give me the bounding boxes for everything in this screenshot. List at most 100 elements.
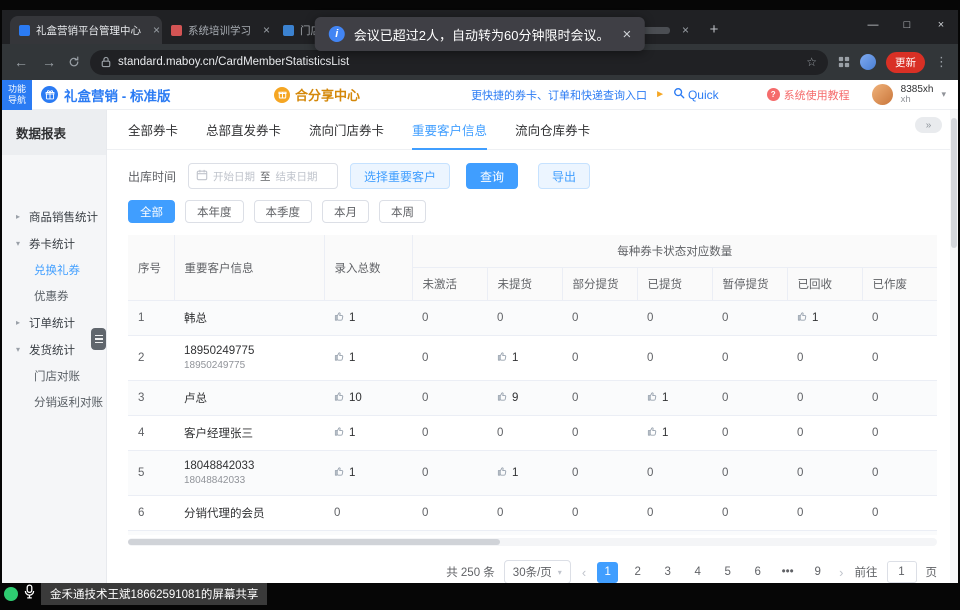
count-link[interactable]: 1 [647, 391, 668, 405]
count-link[interactable]: 1 [797, 311, 818, 325]
browser-profile-avatar[interactable] [860, 54, 876, 70]
sidebar-item-rebate-reconcile[interactable]: 分销返利对账 [2, 389, 106, 415]
sidebar-float-handle[interactable] [91, 328, 106, 350]
panel-collapse-button[interactable]: » [915, 117, 942, 133]
microphone-icon[interactable] [24, 584, 35, 604]
count-link[interactable]: 9 [497, 391, 518, 405]
tab-close-icon[interactable]: × [153, 24, 160, 36]
export-button[interactable]: 导出 [538, 163, 590, 189]
back-icon[interactable]: ← [12, 54, 30, 70]
status-cell: 18 [487, 531, 562, 536]
count-value: 0 [647, 352, 653, 364]
bookmark-star-icon[interactable]: ☆ [806, 55, 817, 69]
new-tab-button[interactable]: + [702, 17, 726, 41]
page-number[interactable]: 9 [807, 562, 828, 583]
close-window-button[interactable]: × [924, 10, 958, 40]
vertical-scrollbar[interactable] [950, 110, 958, 583]
page-number[interactable]: 5 [717, 562, 738, 583]
page-number[interactable]: 4 [687, 562, 708, 583]
horizontal-scrollbar[interactable] [128, 538, 937, 546]
pointer-icon: ► [655, 89, 665, 100]
scrollbar-thumb[interactable] [951, 118, 957, 248]
chevron-down-icon[interactable]: ▾ [941, 89, 946, 100]
browser-update-button[interactable]: 更新 [886, 52, 925, 73]
address-bar[interactable]: standard.maboy.cn/CardMemberStatisticsLi… [90, 50, 828, 75]
range-week-button[interactable]: 本周 [379, 200, 426, 223]
prev-page-icon[interactable]: ‹ [580, 565, 588, 580]
maximize-button[interactable]: □ [890, 10, 924, 40]
site-info-icon[interactable] [101, 56, 111, 68]
more-pages-icon[interactable]: ••• [777, 562, 798, 583]
browser-menu-icon[interactable]: ⋮ [935, 54, 948, 70]
toast-close-icon[interactable]: × [622, 26, 631, 43]
range-all-button[interactable]: 全部 [128, 200, 175, 223]
scrollbar-thumb[interactable] [128, 539, 500, 545]
range-month-button[interactable]: 本月 [322, 200, 369, 223]
next-page-icon[interactable]: › [837, 565, 845, 580]
count-link[interactable]: 10 [334, 391, 362, 405]
browser-tab-gift-admin[interactable]: 礼盒营销平台管理中心 × [10, 16, 162, 44]
page-size-select[interactable]: 30条/页 ▾ [504, 560, 571, 583]
count-link[interactable]: 1 [334, 426, 355, 440]
function-nav-toggle[interactable]: 功能 导航 [2, 80, 32, 110]
user-avatar[interactable] [872, 84, 893, 105]
sidebar-item-discount-coupon[interactable]: 优惠券 [2, 283, 106, 309]
refresh-icon[interactable] [68, 56, 80, 68]
count-link[interactable]: 1 [497, 466, 518, 480]
select-customer-button[interactable]: 选择重要客户 [350, 163, 450, 189]
sidebar-item-card-stats[interactable]: ▾ 券卡统计 [2, 230, 106, 257]
card-count-icon [334, 351, 345, 365]
tab-warehouse-flow-cards[interactable]: 流向仓库券卡 [515, 110, 590, 150]
app-content: 数据报表 ▸ 商品销售统计 ▾ 券卡统计 兑换礼券 优惠券 ▸ 订单统计 [2, 110, 958, 583]
customer-name: 客户经理张三 [184, 425, 314, 441]
tab-close-icon[interactable]: × [263, 24, 270, 36]
count-link[interactable]: 1 [334, 351, 355, 365]
tab-close-icon[interactable]: × [682, 24, 689, 36]
sidebar-item-goods-sales[interactable]: ▸ 商品销售统计 [2, 203, 106, 230]
tutorial-link[interactable]: ? 系统使用教程 [767, 87, 850, 103]
goto-page-input[interactable] [887, 561, 917, 583]
minimize-button[interactable]: — [856, 10, 890, 40]
count-value: 0 [497, 312, 503, 324]
range-year-button[interactable]: 本年度 [185, 200, 244, 223]
count-value: 0 [647, 312, 653, 324]
sidebar-item-store-reconcile[interactable]: 门店对账 [2, 363, 106, 389]
count-value: 0 [722, 507, 728, 519]
date-range-input[interactable]: 开始日期 至 结束日期 [188, 163, 338, 189]
search-button[interactable]: 查询 [466, 163, 518, 189]
status-cell: 0 [412, 451, 487, 496]
sidebar-item-exchange-coupon[interactable]: 兑换礼券 [2, 257, 106, 283]
tab-hq-direct-cards[interactable]: 总部直发券卡 [206, 110, 281, 150]
count-link[interactable]: 1 [647, 426, 668, 440]
table-row: 4客户经理张三10001000 [128, 416, 937, 451]
page-number[interactable]: 1 [597, 562, 618, 583]
forward-icon[interactable]: → [40, 54, 58, 70]
count-link[interactable]: 1 [334, 466, 355, 480]
count-link[interactable]: 1 [334, 311, 355, 325]
count-value: 0 [872, 352, 878, 364]
tab-store-flow-cards[interactable]: 流向门店券卡 [309, 110, 384, 150]
table-header: 序号 重要客户信息 录入总数 每种券卡状态对应数量 未激活 未提货 部分提货 已… [128, 235, 937, 301]
browser-tab-training[interactable]: 系统培训学习 × [162, 16, 274, 44]
count-value: 0 [872, 427, 878, 439]
page-number[interactable]: 3 [657, 562, 678, 583]
range-quarter-button[interactable]: 本季度 [254, 200, 313, 223]
status-cell: 0 [862, 381, 937, 416]
card-count-icon [647, 391, 658, 405]
row-index-cell: 5 [128, 451, 174, 496]
tab-important-customers[interactable]: 重要客户信息 [412, 110, 487, 150]
tab-favicon [283, 25, 294, 36]
quick-range-row: 全部 本年度 本季度 本月 本周 [107, 189, 958, 223]
count-value: 1 [349, 352, 355, 364]
count-link[interactable]: 1 [497, 351, 518, 365]
tab-all-cards[interactable]: 全部券卡 [128, 110, 178, 150]
page-number[interactable]: 2 [627, 562, 648, 583]
user-info[interactable]: 8385xh xh [901, 84, 934, 105]
page-number[interactable]: 6 [747, 562, 768, 583]
card-count-icon [334, 311, 345, 325]
quick-search-link[interactable]: Quick [673, 87, 719, 102]
nav-toggle-line2: 导航 [8, 95, 26, 106]
count-value: 0 [422, 467, 428, 479]
share-center-link[interactable]: 合分享中心 [274, 85, 360, 104]
extensions-icon[interactable] [838, 56, 850, 68]
